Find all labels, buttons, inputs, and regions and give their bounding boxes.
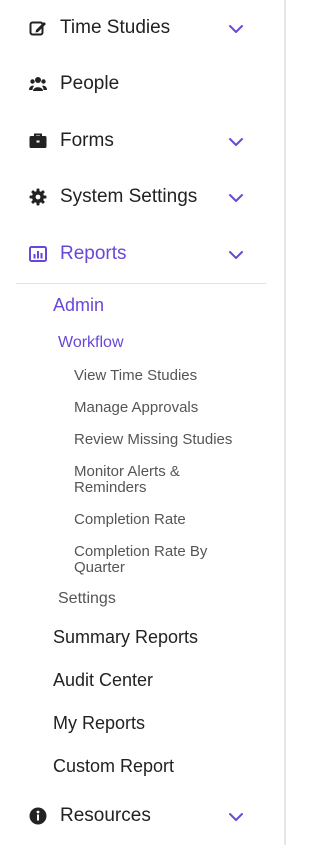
menu-custom-report[interactable]: Custom Report [53, 756, 174, 777]
gear-icon [29, 188, 47, 206]
menu-workflow[interactable]: Workflow [58, 334, 124, 352]
menu-view-time-studies[interactable]: View Time Studies [74, 368, 197, 384]
chevron-down-icon[interactable] [226, 810, 246, 824]
nav-label-forms: Forms [60, 130, 114, 151]
menu-settings[interactable]: Settings [58, 590, 116, 608]
chevron-down-icon[interactable] [226, 248, 246, 262]
menu-my-reports[interactable]: My Reports [53, 713, 145, 734]
nav-label-resources: Resources [60, 805, 151, 826]
nav-label-time-studies: Time Studies [60, 17, 171, 38]
nav-label-people: People [60, 73, 120, 94]
nav-item-people[interactable]: People [0, 64, 270, 104]
menu-review-missing-studies[interactable]: Review Missing Studies [74, 432, 232, 448]
menu-completion-rate[interactable]: Completion Rate [74, 512, 186, 528]
nav-label-system-settings: System Settings [60, 186, 198, 207]
nav-item-time-studies[interactable]: Time Studies [0, 8, 270, 48]
nav-item-forms[interactable]: Forms [0, 121, 270, 161]
menu-completion-rate-by-quarter[interactable]: Completion Rate By Quarter [74, 544, 244, 576]
edit-icon [29, 21, 46, 36]
info-icon [29, 807, 47, 825]
nav-item-system-settings[interactable]: System Settings [0, 177, 270, 217]
nav-label-reports: Reports [60, 243, 127, 264]
bar-chart-icon [29, 246, 47, 262]
users-icon [29, 77, 47, 91]
briefcase-icon [29, 133, 47, 148]
menu-audit-center[interactable]: Audit Center [53, 670, 153, 691]
nav-item-reports[interactable]: Reports [0, 234, 270, 274]
menu-monitor-alerts-reminders[interactable]: Monitor Alerts & Reminders [74, 464, 224, 496]
divider [16, 283, 266, 284]
menu-manage-approvals[interactable]: Manage Approvals [74, 400, 198, 416]
chevron-down-icon[interactable] [226, 135, 246, 149]
nav-item-resources[interactable]: Resources [0, 796, 270, 836]
chevron-down-icon[interactable] [226, 22, 246, 36]
sidebar-edge [284, 0, 286, 845]
menu-summary-reports[interactable]: Summary Reports [53, 627, 198, 648]
chevron-down-icon[interactable] [226, 191, 246, 205]
menu-admin[interactable]: Admin [53, 295, 104, 316]
